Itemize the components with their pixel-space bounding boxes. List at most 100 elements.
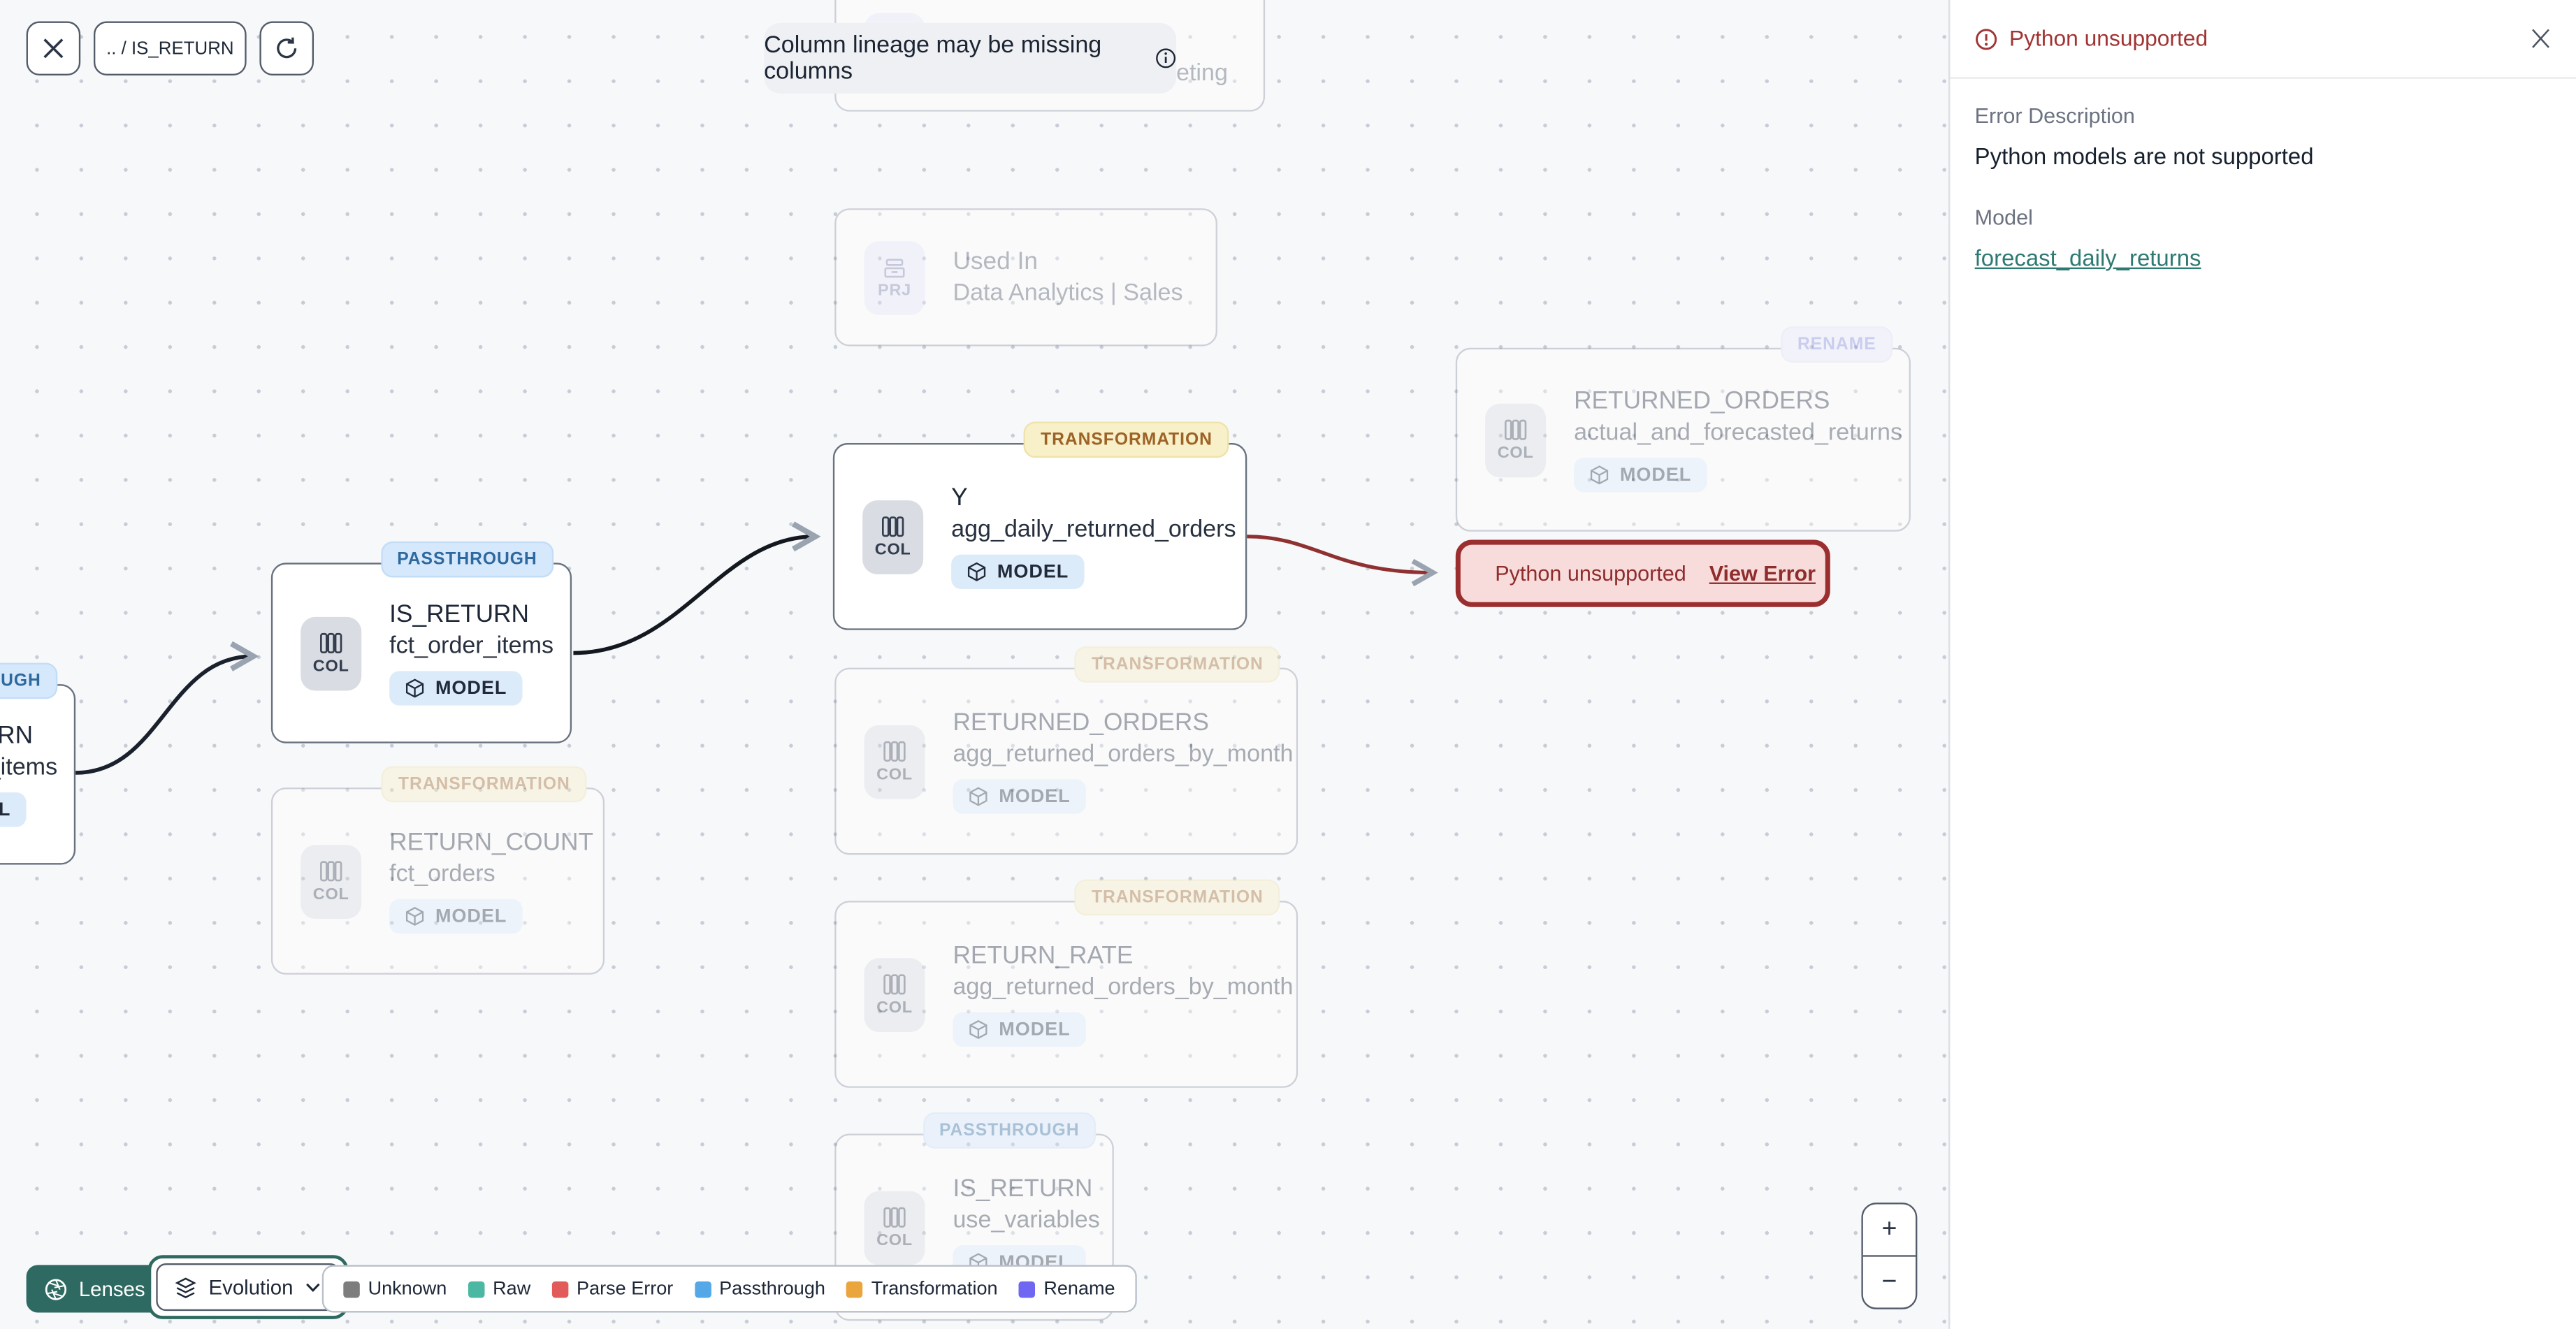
lenses-aperture-icon <box>45 1278 67 1300</box>
node-badge-passthrough: PASSTHROUGH <box>922 1112 1096 1149</box>
model-chip-label: MODEL <box>435 906 507 927</box>
node-title: IS_RETURN <box>389 600 529 629</box>
error-detail-panel: Python unsupported Error Description Pyt… <box>1948 0 2576 1329</box>
node-badge-transformation: TRANSFORMATION <box>382 766 587 803</box>
node-badge-rename: RENAME <box>1781 326 1893 363</box>
zoom-out-button[interactable]: − <box>1863 1257 1916 1308</box>
info-icon[interactable] <box>1155 46 1176 71</box>
model-chip-label: MODEL <box>1619 465 1692 485</box>
layers-icon <box>175 1277 196 1298</box>
node-subtitle: actual_and_forecasted_returns <box>1574 420 1903 446</box>
error-description-label: Error Description <box>1974 103 2135 129</box>
legend-swatch <box>1019 1280 1036 1298</box>
chip-label: COL <box>876 998 913 1017</box>
chip-label: COL <box>876 766 913 785</box>
error-node-python-unsupported[interactable]: Python unsupported View Error <box>1455 539 1830 607</box>
lineage-canvas[interactable]: PRJUsed InData Analytics | MarketingPRJU… <box>0 0 1949 1329</box>
lenses-button[interactable]: Lenses <box>26 1265 164 1313</box>
node-subtitle: use_variables <box>953 1207 1100 1234</box>
lineage-node-col-y[interactable]: TRANSFORMATION COL Yagg_daily_returned_ord… <box>832 421 1247 630</box>
model-chip: MODEL <box>389 671 522 706</box>
error-node-text: Python unsupported <box>1495 561 1686 586</box>
lineage-node-used-in-sales[interactable]: PRJ Used In Data Analytics | Sales <box>834 208 1217 347</box>
columns-icon <box>883 741 906 762</box>
column-chip: COL <box>864 1190 925 1265</box>
node-title: RETURNED_ORDERS <box>1574 387 1830 416</box>
lineage-edge-0 <box>75 641 259 775</box>
column-chip: COL <box>864 957 925 1031</box>
notice-text: Column lineage may be missing columns <box>764 31 1102 85</box>
node-title: IS_RETURN <box>953 1175 1093 1203</box>
lineage-node-col-return-count[interactable]: TRANSFORMATION COL RETURN_COUNT fct_orders M… <box>270 766 605 975</box>
model-chip: MODEL <box>951 554 1084 589</box>
node-badge-passthrough: PASSTHROUGH <box>0 662 58 699</box>
model-chip: MODEL <box>0 792 26 827</box>
model-cube-icon <box>1590 465 1609 485</box>
legend-swatch <box>343 1280 360 1298</box>
chevron-down-icon <box>307 1283 321 1293</box>
close-lineage-button[interactable] <box>26 21 81 76</box>
node-title: RETURN_COUNT <box>389 828 594 857</box>
node-subtitle: agg_returned_orders_by_month <box>953 974 1294 1001</box>
node-title: RETURN_RATE <box>953 941 1134 970</box>
node-subtitle: Data Analytics | Sales <box>953 280 1183 307</box>
legend-label: Rename <box>1043 1279 1115 1299</box>
lineage-node-col-returned-orders[interactable]: TRANSFORMATION COL RETURNED_ORDERS agg_retu… <box>834 646 1298 855</box>
project-icon <box>884 258 905 277</box>
model-label: Model <box>1974 205 2033 230</box>
app-window: PRJUsed InData Analytics | MarketingPRJU… <box>0 0 2576 1329</box>
zoom-in-button[interactable]: + <box>1862 1205 1916 1257</box>
breadcrumb-label: .. / IS_RETURN <box>106 38 234 59</box>
model-cube-icon <box>405 678 424 698</box>
alert-circle-icon <box>1976 28 1997 50</box>
column-chip: COL <box>301 616 362 690</box>
legend-label: Raw <box>493 1279 531 1299</box>
lineage-notice: Column lineage may be missing columns <box>764 22 1177 94</box>
legend-label: Unknown <box>368 1279 447 1299</box>
chip-label: COL <box>312 658 349 676</box>
node-badge-transformation: TRANSFORMATION <box>1075 879 1280 916</box>
legend-item-transformation: Transformation <box>846 1279 998 1299</box>
model-chip: MODEL <box>389 899 522 934</box>
model-chip-label: MODEL <box>999 786 1071 807</box>
lineage-node-col-is-return-clipped[interactable]: PASSTHROUGHCOLIS_RETURNfct_order_itemsMO… <box>0 662 76 865</box>
legend-label: Parse Error <box>577 1279 674 1299</box>
model-chip: MODEL <box>953 1012 1085 1047</box>
model-chip-label: MODEL <box>435 678 507 699</box>
node-badge-transformation: TRANSFORMATION <box>1075 646 1280 683</box>
node-title: RETURNED_ORDERS <box>953 709 1209 737</box>
model-cube-icon <box>967 562 986 581</box>
model-link[interactable]: forecast_daily_returns <box>1975 245 2201 271</box>
close-icon <box>43 38 64 59</box>
breadcrumb[interactable]: .. / IS_RETURN <box>93 21 247 76</box>
column-chip: COL <box>862 499 924 574</box>
lineage-edge-2 <box>1247 535 1438 587</box>
lineage-node-col-return-rate[interactable]: TRANSFORMATION COL RETURN_RATE agg_returned… <box>834 879 1298 1088</box>
lineage-node-col-renamed-returned-orders[interactable]: RENAME COL RETURNED_ORDERS actual_and_forec… <box>1455 326 1911 532</box>
node-subtitle: agg_daily_returned_orders <box>951 516 1236 544</box>
lineage-legend: Unknown Raw Parse Error Passthrough Transfor… <box>321 1265 1137 1313</box>
panel-close-icon[interactable] <box>2530 28 2552 50</box>
node-subtitle: fct_orders <box>389 861 495 888</box>
lenses-label: Lenses <box>78 1277 145 1300</box>
column-chip: COL <box>301 844 362 918</box>
lineage-edge-1 <box>573 521 821 655</box>
legend-item-raw: Raw <box>468 1279 531 1299</box>
model-chip: MODEL <box>953 779 1085 814</box>
columns-icon <box>883 1207 906 1228</box>
legend-label: Passthrough <box>719 1279 825 1299</box>
legend-item-rename: Rename <box>1019 1279 1115 1299</box>
legend-label: Transformation <box>871 1279 998 1299</box>
chip-label: COL <box>876 1232 913 1251</box>
node-title: Used In <box>953 247 1039 276</box>
refresh-button[interactable] <box>259 21 314 76</box>
view-error-link[interactable]: View Error <box>1709 561 1816 586</box>
lens-mode-dropdown[interactable]: Evolution <box>147 1255 349 1319</box>
columns-icon <box>883 974 906 995</box>
lineage-node-col-is-return[interactable]: PASSTHROUGH COL IS_RETURN fct_order_items MO… <box>270 541 572 743</box>
panel-body: Error Description Python models are not … <box>1950 79 2576 299</box>
error-description-value: Python models are not supported <box>1974 143 2314 169</box>
model-chip: MODEL <box>1574 458 1707 493</box>
legend-item-unknown: Unknown <box>343 1279 447 1299</box>
panel-header: Python unsupported <box>1950 0 2576 79</box>
